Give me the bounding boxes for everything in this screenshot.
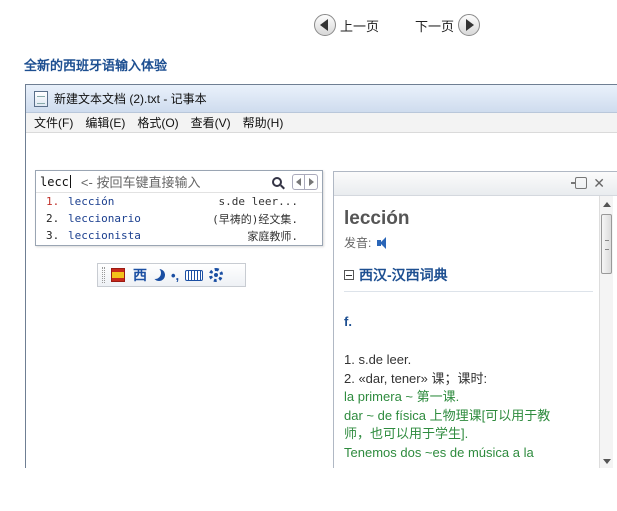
next-page-button[interactable]: 下一页 <box>411 14 481 36</box>
example-line: dar ~ de física 上物理课[可以用于教 <box>344 407 551 423</box>
candidate-word: lección <box>68 195 115 208</box>
ime-tools <box>272 174 318 190</box>
scroll-thumb[interactable] <box>601 214 612 274</box>
ime-composition-text: lecc <box>40 174 69 189</box>
sense-line: 2. «dar, tener» 课；课时: <box>344 370 488 386</box>
scroll-up-icon[interactable] <box>603 202 611 207</box>
candidate-number: 2. <box>46 212 60 225</box>
pager: 上一页 下一页 <box>314 12 481 38</box>
sense-list: 1. s.de leer. 2. «dar, tener» 课；课时: la p… <box>344 351 593 462</box>
candidate-definition: s.de leer... <box>218 195 298 208</box>
chevron-right-icon <box>308 178 314 186</box>
headword: lección <box>344 208 410 229</box>
dictionary-scrollbar[interactable] <box>599 196 613 468</box>
collapse-icon[interactable] <box>344 270 354 280</box>
menu-bar: 文件(F) 编辑(E) 格式(O) 查看(V) 帮助(H) <box>26 113 617 133</box>
scroll-down-icon[interactable] <box>603 459 611 464</box>
menu-help[interactable]: 帮助(H) <box>243 114 284 131</box>
candidate-number: 3. <box>46 229 60 242</box>
ime-composition-row: lecc <- 按回车键直接输入 <box>36 171 322 193</box>
close-icon[interactable]: ✕ <box>593 175 605 192</box>
ime-status-toolbar: 西 •, <box>97 263 246 287</box>
speaker-icon[interactable] <box>377 236 387 249</box>
prev-page-button[interactable]: 上一页 <box>314 14 383 36</box>
text-caret <box>69 175 71 188</box>
candidate-word: leccionario <box>68 212 141 225</box>
pin-icon[interactable] <box>571 177 587 189</box>
candidate-page-nav <box>292 174 318 190</box>
candidate-definition: (早祷的)经文集. <box>212 212 298 226</box>
gear-icon[interactable] <box>209 268 224 282</box>
example-line: Tenemos dos ~es de música a la <box>344 444 534 460</box>
menu-edit[interactable]: 编辑(E) <box>85 114 125 131</box>
menu-view[interactable]: 查看(V) <box>191 114 231 131</box>
pronunciation-label: 发音: <box>344 236 372 250</box>
half-width-moon-icon[interactable] <box>153 269 165 281</box>
candidate-next-button[interactable] <box>305 175 317 189</box>
menu-file[interactable]: 文件(F) <box>34 114 73 131</box>
language-mode-button[interactable]: 西 <box>133 265 147 285</box>
example-line: la primera ~ 第一课. <box>344 389 460 404</box>
ime-candidate-window: lecc <- 按回车键直接输入 1. lección s.de leer...… <box>35 170 323 246</box>
prev-page-label: 上一页 <box>340 18 380 34</box>
example-line: 师，也可以用于学生]. <box>344 426 469 441</box>
candidate-item[interactable]: 3. leccionista 家庭教师. <box>36 227 322 244</box>
candidate-definition: 家庭教师. <box>247 229 298 243</box>
search-icon[interactable] <box>272 177 282 187</box>
right-arrow-icon <box>458 14 481 36</box>
section-title-text: 西汉-汉西词典 <box>359 267 448 283</box>
sense-line: 1. s.de leer. <box>344 352 412 367</box>
candidate-item[interactable]: 1. lección s.de leer... <box>36 193 322 210</box>
ime-hint: <- 按回车键直接输入 <box>80 175 201 190</box>
page-headline: 全新的西班牙语输入体验 <box>24 59 168 74</box>
pronunciation-row: 发音: <box>344 234 593 251</box>
dictionary-content: lección 发音: 西汉-汉西词典 f. 1. s.de leer. 2. … <box>344 208 593 462</box>
notepad-icon <box>34 90 48 107</box>
dictionary-section-title[interactable]: 西汉-汉西词典 <box>344 265 593 292</box>
candidate-word: leccionista <box>68 229 141 242</box>
left-arrow-icon <box>314 14 336 36</box>
candidate-item[interactable]: 2. leccionario (早祷的)经文集. <box>36 210 322 227</box>
window-title: 新建文本文档 (2).txt - 记事本 <box>54 92 207 106</box>
dictionary-header: ✕ <box>334 172 617 196</box>
part-of-speech: f. <box>344 314 352 329</box>
punctuation-button[interactable]: •, <box>171 268 179 283</box>
window-titlebar: 新建文本文档 (2).txt - 记事本 <box>26 85 617 113</box>
drag-handle[interactable] <box>102 267 105 283</box>
candidate-prev-button[interactable] <box>293 175 305 189</box>
chevron-left-icon <box>296 178 301 186</box>
next-page-label: 下一页 <box>415 18 455 34</box>
keyboard-icon[interactable] <box>185 269 204 281</box>
spain-flag-icon[interactable] <box>111 268 125 282</box>
menu-format[interactable]: 格式(O) <box>137 114 178 131</box>
candidate-number: 1. <box>46 195 60 208</box>
dictionary-panel: ✕ lección 发音: 西汉-汉西词典 f. 1. s.de leer. 2… <box>333 171 617 468</box>
